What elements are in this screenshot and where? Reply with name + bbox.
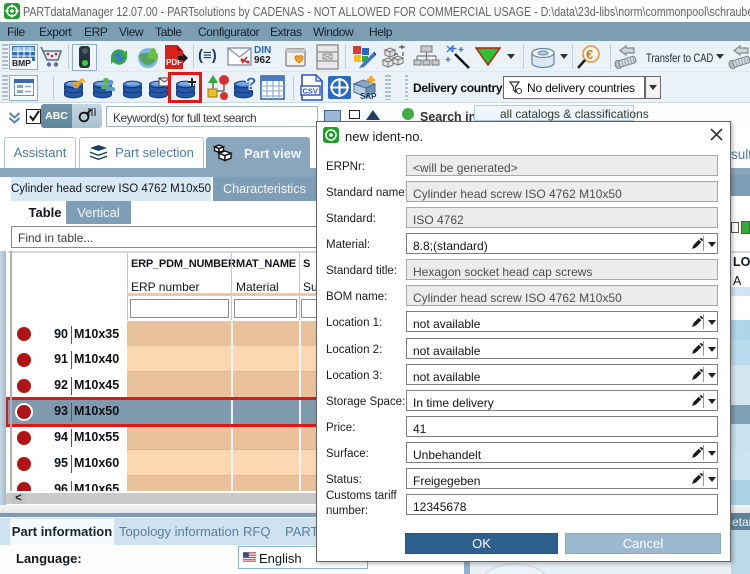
svg-text:CSV: CSV (303, 87, 318, 96)
svg-text:€: € (586, 47, 593, 62)
svg-text:SAP: SAP (360, 92, 377, 101)
